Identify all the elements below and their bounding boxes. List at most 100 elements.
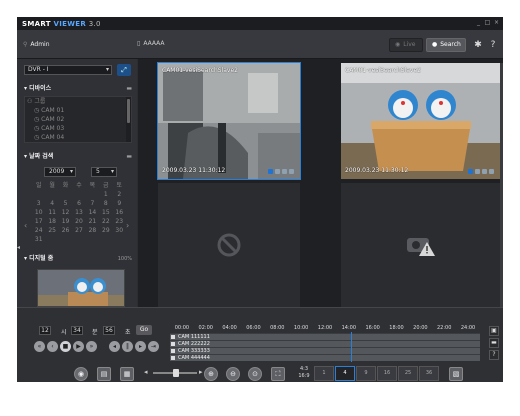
video-cell-2[interactable]: CAM01-vesiSearchSlave2 2009.03.23 11:30:… xyxy=(341,63,500,179)
calendar-day[interactable]: 20 xyxy=(72,217,85,226)
calendar-day[interactable]: 5 xyxy=(59,199,72,208)
year-select[interactable]: 2009 ▾ xyxy=(44,167,76,177)
volume-slider[interactable] xyxy=(153,369,197,377)
video-cell-1[interactable]: CAM01-vesiSearchSlave2 2009.03.23 11:30:… xyxy=(157,62,301,180)
calendar-day[interactable]: 19 xyxy=(59,217,72,226)
tree-item-cam02[interactable]: ◷ CAM 02 xyxy=(25,115,131,124)
skip-end-icon[interactable]: ⇥ xyxy=(148,341,159,352)
audio-icon[interactable] xyxy=(275,169,280,174)
panel-toggle-icon[interactable]: ▬ xyxy=(126,84,132,94)
pause-icon[interactable]: ‖ xyxy=(122,341,133,352)
calendar-day[interactable]: 21 xyxy=(86,217,99,226)
search-button[interactable]: ● Search xyxy=(426,38,466,52)
stop-icon[interactable]: ■ xyxy=(60,341,71,352)
calendar-day[interactable]: 8 xyxy=(99,199,112,208)
tree-item-cam01[interactable]: ◷ CAM 01 xyxy=(25,106,131,115)
calendar-day[interactable]: 12 xyxy=(59,208,72,217)
timeline-collapse-icon[interactable]: ▬ xyxy=(489,338,499,348)
timeline-cursor[interactable] xyxy=(351,332,352,362)
frame-back-icon[interactable]: ◂ xyxy=(109,341,120,352)
panel-toggle-icon[interactable]: ▬ xyxy=(126,152,132,162)
step-back-icon[interactable]: ‹ xyxy=(47,341,58,352)
help-icon[interactable]: ? xyxy=(488,40,498,50)
calendar-day[interactable]: 9 xyxy=(113,199,126,208)
layout-9[interactable]: 9 xyxy=(356,366,376,381)
export-icon[interactable]: ▧ xyxy=(449,367,463,381)
calendar-day[interactable]: 28 xyxy=(86,226,99,235)
calendar-day[interactable]: 16 xyxy=(113,208,126,217)
calendar-day[interactable]: 7 xyxy=(86,199,99,208)
layout-4[interactable]: 4 xyxy=(335,366,355,381)
layout-1[interactable]: 1 xyxy=(314,366,334,381)
aspect-ratio-toggle[interactable]: 4:3 16:9 xyxy=(293,366,315,381)
calendar-day[interactable]: 29 xyxy=(99,226,112,235)
timeline-row[interactable]: CAM 111111 xyxy=(170,333,480,340)
timeline-help-icon[interactable]: ? xyxy=(489,350,499,360)
channel-checkbox[interactable] xyxy=(171,335,175,339)
zoom-out-icon[interactable]: ⊖ xyxy=(226,367,240,381)
settings-gear-icon[interactable]: ✱ xyxy=(473,40,483,50)
second-input[interactable]: 56 xyxy=(103,326,115,335)
timeline-expand-icon[interactable]: ▣ xyxy=(489,326,499,336)
zoom-in-icon[interactable]: ⊕ xyxy=(204,367,218,381)
record-toggle-icon[interactable]: ◉ xyxy=(74,367,88,381)
calendar-day[interactable]: 6 xyxy=(72,199,85,208)
play-icon[interactable]: ▶ xyxy=(73,341,84,352)
calendar-day[interactable]: 27 xyxy=(72,226,85,235)
scroll-thumb[interactable] xyxy=(127,99,130,123)
calendar-day[interactable]: 31 xyxy=(32,235,45,244)
timeline-row[interactable]: CAM 333333 xyxy=(170,347,480,354)
audio-icon[interactable] xyxy=(475,169,480,174)
calendar-day[interactable]: 23 xyxy=(113,217,126,226)
date-section-header[interactable]: ▾ 날짜 검색 ▬ xyxy=(24,152,132,162)
tree-item-cam03[interactable]: ◷ CAM 03 xyxy=(25,124,131,133)
channel-checkbox[interactable] xyxy=(171,349,175,353)
save-icon[interactable]: ▤ xyxy=(97,367,111,381)
record-icon[interactable] xyxy=(468,169,473,174)
timeline[interactable]: 00:00 02:00 04:00 06:00 08:00 10:00 12:00 14:00… xyxy=(170,324,480,369)
settings-icon[interactable] xyxy=(489,169,494,174)
zoom-section-header[interactable]: ▾ 디지털 줌 100% xyxy=(24,254,132,264)
frame-forward-icon[interactable]: ▸ xyxy=(135,341,146,352)
maximize-button[interactable]: □ xyxy=(484,19,491,26)
fast-forward-icon[interactable]: » xyxy=(86,341,97,352)
dvr-connect-button[interactable]: ⤢ xyxy=(117,64,131,76)
minimize-button[interactable]: _ xyxy=(475,19,482,26)
grid-scrollbar[interactable] xyxy=(500,63,503,307)
device-section-header[interactable]: ▾ 디바이스 ▬ xyxy=(24,84,132,94)
record-icon[interactable] xyxy=(268,169,273,174)
next-month-icon[interactable]: › xyxy=(126,221,129,230)
calendar-day[interactable]: 30 xyxy=(113,226,126,235)
calendar-day[interactable]: 17 xyxy=(32,217,45,226)
print-icon[interactable]: ▦ xyxy=(120,367,134,381)
snapshot-icon[interactable] xyxy=(482,169,487,174)
tree-group[interactable]: ⚇ 그룹 xyxy=(25,97,131,106)
calendar-day[interactable]: 14 xyxy=(86,208,99,217)
calendar-day[interactable]: 3 xyxy=(32,199,45,208)
channel-checkbox[interactable] xyxy=(171,342,175,346)
layout-25[interactable]: 25 xyxy=(398,366,418,381)
timeline-row[interactable]: CAM 444444 xyxy=(170,354,480,361)
close-button[interactable]: × xyxy=(493,19,500,26)
minute-input[interactable]: 34 xyxy=(71,326,83,335)
fullscreen-icon[interactable]: ⛶ xyxy=(271,367,285,381)
video-cell-4[interactable] xyxy=(341,183,500,307)
calendar-day[interactable]: 11 xyxy=(45,208,58,217)
live-button[interactable]: ◉ Live xyxy=(389,38,423,52)
video-cell-3[interactable] xyxy=(158,183,300,307)
dvr-select[interactable]: DVR - I ▾ xyxy=(24,65,112,75)
calendar-day[interactable]: 13 xyxy=(72,208,85,217)
collapse-left-panel-icon[interactable]: ◂ xyxy=(17,244,22,251)
timeline-row[interactable]: CAM 222222 xyxy=(170,340,480,347)
calendar-day[interactable]: 26 xyxy=(59,226,72,235)
calendar-day[interactable]: 24 xyxy=(32,226,45,235)
calendar-day[interactable]: 22 xyxy=(99,217,112,226)
calendar-day[interactable]: 18 xyxy=(45,217,58,226)
ratio-16-9[interactable]: 16:9 xyxy=(293,373,315,380)
calendar-day[interactable]: 10 xyxy=(32,208,45,217)
prev-month-icon[interactable]: ‹ xyxy=(24,221,27,230)
rewind-fast-icon[interactable]: « xyxy=(34,341,45,352)
snapshot-icon[interactable] xyxy=(282,169,287,174)
zoom-reset-icon[interactable]: ⊙ xyxy=(248,367,262,381)
layout-36[interactable]: 36 xyxy=(419,366,439,381)
